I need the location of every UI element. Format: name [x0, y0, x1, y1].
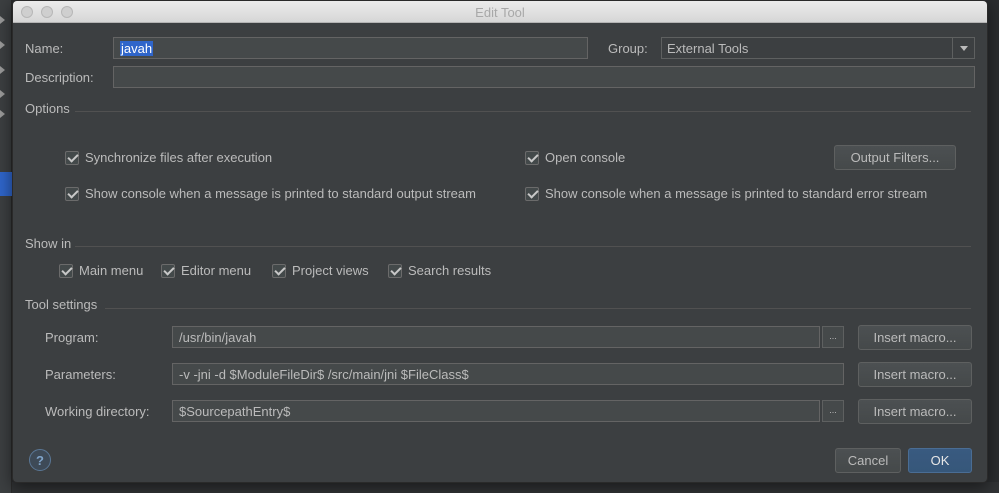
show-in-section-title: Show in [25, 236, 72, 251]
tool-settings-separator [105, 308, 971, 309]
sync-files-checkbox[interactable]: Synchronize files after execution [65, 150, 272, 165]
parameters-input[interactable]: -v -jni -d $ModuleFileDir$ /src/main/jni… [172, 363, 844, 385]
checkbox-checked-icon[interactable] [272, 263, 286, 278]
options-separator [75, 111, 971, 112]
checkbox-checked-icon[interactable] [525, 186, 539, 201]
description-input[interactable] [113, 66, 975, 88]
working-directory-browse-button[interactable]: ... [822, 400, 844, 422]
working-directory-label: Working directory: [45, 404, 150, 419]
help-icon[interactable]: ? [29, 449, 51, 471]
main-menu-checkbox[interactable]: Main menu [59, 263, 143, 278]
name-input-value: javah [120, 41, 154, 56]
group-combobox-value: External Tools [667, 41, 749, 56]
program-input[interactable]: /usr/bin/javah [172, 326, 820, 348]
ok-button[interactable]: OK [908, 448, 972, 473]
checkbox-checked-icon[interactable] [525, 150, 539, 165]
options-section-title: Options [25, 101, 70, 116]
group-label: Group: [608, 41, 648, 56]
program-insert-macro-button[interactable]: Insert macro... [858, 325, 972, 350]
show-console-stderr-checkbox[interactable]: Show console when a message is printed t… [525, 186, 927, 201]
checkbox-checked-icon[interactable] [59, 263, 73, 278]
show-console-stderr-label: Show console when a message is printed t… [545, 186, 928, 201]
tool-settings-section-title: Tool settings [25, 297, 98, 312]
cancel-button[interactable]: Cancel [835, 448, 901, 473]
window-title: Edit Tool [475, 5, 525, 20]
checkbox-checked-icon[interactable] [65, 186, 79, 201]
search-results-label: Search results [408, 263, 492, 278]
tree-expand-icon [0, 41, 5, 49]
project-views-checkbox[interactable]: Project views [272, 263, 369, 278]
tree-expand-icon [0, 66, 5, 74]
name-input[interactable]: javah [113, 37, 588, 59]
editor-menu-checkbox[interactable]: Editor menu [161, 263, 251, 278]
tree-expand-icon [0, 90, 5, 98]
open-console-label: Open console [545, 150, 626, 165]
name-label: Name: [25, 41, 64, 56]
checkbox-checked-icon[interactable] [388, 263, 402, 278]
group-combobox[interactable]: External Tools [661, 37, 975, 59]
ide-background-bottom [12, 482, 999, 493]
title-bar: Edit Tool [13, 1, 987, 23]
program-browse-button[interactable]: ... [822, 326, 844, 348]
open-console-checkbox[interactable]: Open console [525, 150, 625, 165]
show-console-stdout-checkbox[interactable]: Show console when a message is printed t… [65, 186, 476, 201]
edit-tool-dialog: Edit Tool Name: javah Group: External To… [12, 0, 988, 483]
sync-files-label: Synchronize files after execution [85, 150, 273, 165]
parameters-label: Parameters: [45, 367, 116, 382]
program-label: Program: [45, 330, 99, 345]
tree-expand-icon [0, 110, 5, 118]
output-filters-button[interactable]: Output Filters... [834, 145, 956, 170]
editor-menu-label: Editor menu [181, 263, 252, 278]
main-menu-label: Main menu [79, 263, 144, 278]
working-directory-insert-macro-button[interactable]: Insert macro... [858, 399, 972, 424]
project-views-label: Project views [292, 263, 369, 278]
checkbox-checked-icon[interactable] [65, 150, 79, 165]
ide-background-sidebar [0, 0, 12, 493]
description-label: Description: [25, 70, 94, 85]
working-directory-input[interactable]: $SourcepathEntry$ [172, 400, 820, 422]
show-console-stdout-label: Show console when a message is printed t… [85, 186, 476, 201]
tree-selection-highlight [0, 172, 12, 196]
search-results-checkbox[interactable]: Search results [388, 263, 491, 278]
checkbox-checked-icon[interactable] [161, 263, 175, 278]
tree-expand-icon [0, 16, 5, 24]
chevron-down-icon[interactable] [952, 38, 974, 58]
parameters-insert-macro-button[interactable]: Insert macro... [858, 362, 972, 387]
show-in-separator [75, 246, 971, 247]
